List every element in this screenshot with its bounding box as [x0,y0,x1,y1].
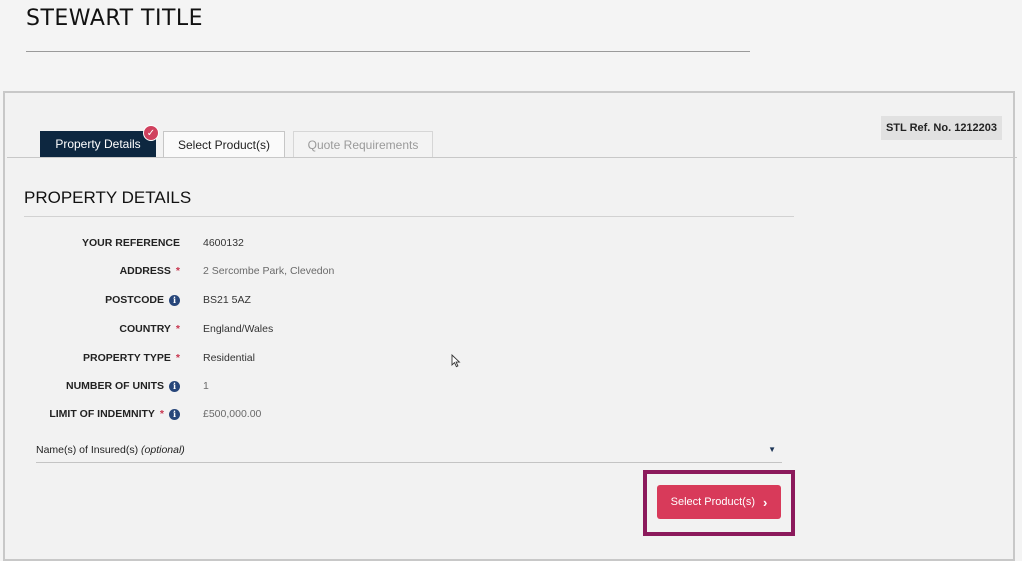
field-row-reference: YOUR REFERENCE 4600132 [0,233,600,253]
field-row-address: ADDRESS * 2 Sercombe Park, Clevedon [0,261,600,281]
field-value: England/Wales [203,323,274,335]
tab-quote-requirements: Quote Requirements [293,131,433,157]
insured-names-dropdown[interactable]: Name(s) of Insured(s) (optional) ▼ [36,444,782,463]
required-marker: * [159,408,164,420]
button-label: Select Product(s) [670,496,756,508]
info-icon[interactable]: i [169,294,180,306]
field-value: Residential [203,352,255,364]
required-marker: * [175,352,180,364]
field-row-limit-of-indemnity: LIMIT OF INDEMNITY * i £500,000.00 [0,404,600,424]
field-label-container: LIMIT OF INDEMNITY * i [49,404,180,424]
field-row-country: COUNTRY * England/Wales [0,319,600,339]
field-label-container: YOUR REFERENCE [82,233,180,253]
chevron-right-icon: › [763,494,768,510]
field-value: 1 [203,380,209,392]
tab-divider [7,157,1017,158]
field-label-container: PROPERTY TYPE * [83,348,180,368]
required-marker: * [175,265,180,277]
check-badge-icon: ✓ [143,125,159,141]
field-label: LIMIT OF INDEMNITY [49,408,155,420]
field-label-container: POSTCODE i [105,290,180,310]
field-value: £500,000.00 [203,408,262,420]
field-label: COUNTRY [119,323,171,335]
field-label-container: NUMBER OF UNITS i [66,376,180,396]
field-label-container: COUNTRY * [119,319,180,339]
select-products-button[interactable]: Select Product(s) › [657,485,781,519]
field-row-number-of-units: NUMBER OF UNITS i 1 [0,376,600,396]
tab-select-products[interactable]: Select Product(s) [163,131,285,157]
field-label: ADDRESS [119,265,171,277]
field-label: PROPERTY TYPE [82,352,171,364]
mouse-pointer-icon [451,354,461,368]
insured-label: Name(s) of Insured(s) [36,444,139,456]
field-label: YOUR REFERENCE [81,237,180,249]
caret-down-icon: ▼ [768,445,776,454]
section-divider [24,216,794,217]
info-icon[interactable]: i [169,408,180,420]
tab-property-details[interactable]: Property Details [40,131,156,157]
tab-label: Select Product(s) [177,137,271,152]
field-row-property-type: PROPERTY TYPE * Residential [0,348,600,368]
brand-divider [26,51,750,52]
field-label: POSTCODE [105,294,164,306]
field-value: 2 Sercombe Park, Clevedon [203,265,335,277]
reference-number-badge: STL Ref. No. 1212203 [881,116,1002,140]
optional-hint: (optional) [141,444,185,456]
field-label-container: ADDRESS * [120,261,180,281]
field-value: 4600132 [203,237,244,249]
field-value: BS21 5AZ [203,294,251,306]
section-title: PROPERTY DETAILS [24,188,192,207]
tab-label: Property Details [55,137,141,151]
info-icon[interactable]: i [169,380,180,392]
required-marker: * [175,323,180,335]
tab-label: Quote Requirements [307,137,419,152]
field-row-postcode: POSTCODE i BS21 5AZ [0,290,600,310]
brand-title: STEWART TITLE [26,6,204,31]
field-label: NUMBER OF UNITS [66,380,164,392]
